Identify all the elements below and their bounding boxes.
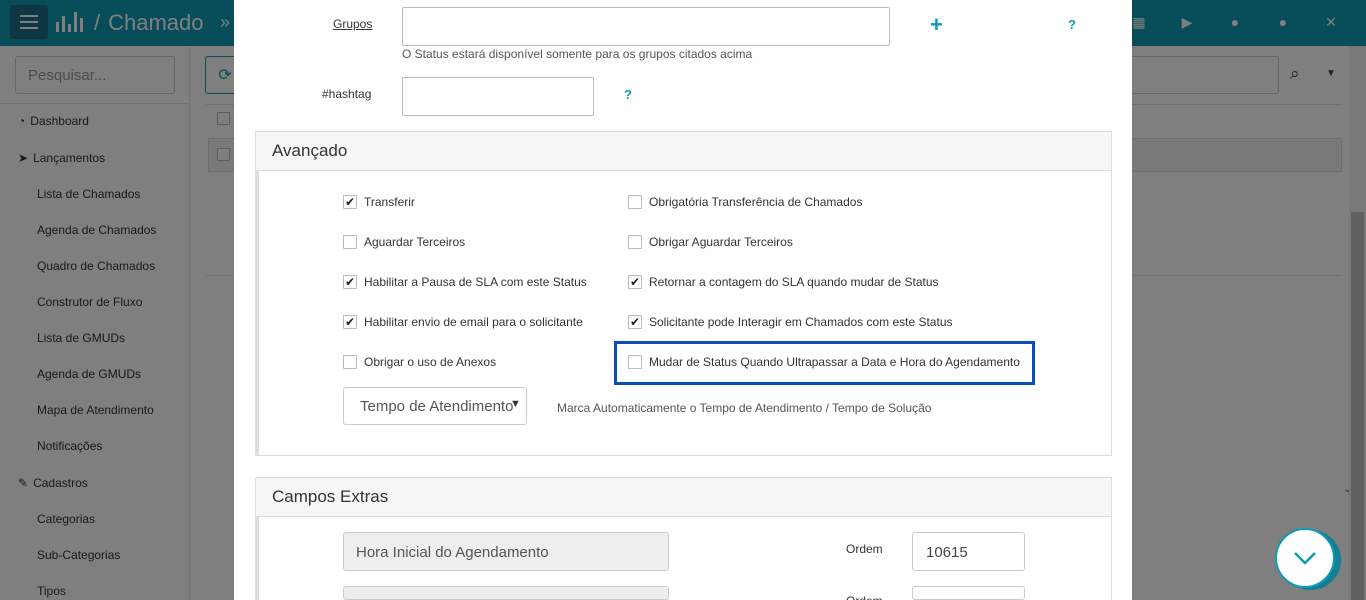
ordem-label-2: Ordem — [846, 594, 883, 600]
checkbox-aguardar-terceiros[interactable]: Aguardar Terceiros — [343, 235, 465, 249]
checkbox-retornar-sla[interactable]: ✔ Retornar a contagem do SLA quando mudar… — [628, 275, 939, 289]
checkbox-label: Obrigar Aguardar Terceiros — [649, 235, 793, 249]
checkbox-label: Solicitante pode Interagir em Chamados c… — [649, 315, 953, 329]
checkbox[interactable] — [628, 235, 642, 249]
chevron-down-icon — [1294, 552, 1316, 565]
checkbox-obrigatoria-transferencia[interactable]: Obrigatória Transferência de Chamados — [628, 195, 862, 209]
advanced-panel-title: Avançado — [256, 132, 1111, 171]
checkbox-label: Habilitar envio de email para o solicita… — [364, 315, 583, 329]
grupos-label[interactable]: Grupos — [333, 17, 372, 31]
checkbox[interactable]: ✔ — [628, 275, 642, 289]
checkbox-label: Obrigar o uso de Anexos — [364, 355, 497, 369]
ordem-input-2[interactable] — [912, 586, 1025, 600]
tempo-select[interactable]: Tempo de Atendimento — [343, 387, 527, 425]
checkbox-solicitante-interagir[interactable]: ✔ Solicitante pode Interagir em Chamados … — [628, 315, 953, 329]
checkbox[interactable] — [343, 235, 357, 249]
checkbox-pausa-sla[interactable]: ✔ Habilitar a Pausa de SLA com este Statu… — [343, 275, 587, 289]
highlight-box — [614, 341, 1035, 385]
scroll-down-button[interactable] — [1275, 528, 1335, 588]
checkbox[interactable]: ✔ — [343, 275, 357, 289]
checkbox-label: Obrigatória Transferência de Chamados — [649, 195, 863, 209]
checkbox[interactable] — [628, 195, 642, 209]
checkbox-label: Aguardar Terceiros — [364, 235, 466, 249]
hashtag-label: #hashtag — [322, 87, 372, 101]
checkbox-obrigar-anexos[interactable]: Obrigar o uso de Anexos — [343, 355, 496, 369]
help-icon[interactable]: ? — [624, 87, 632, 102]
panel-left-bar — [256, 132, 259, 455]
checkbox-label: Retornar a contagem do SLA quando mudar … — [649, 275, 939, 289]
checkbox[interactable] — [343, 355, 357, 369]
checkbox[interactable]: ✔ — [343, 195, 357, 209]
checkbox-envio-email[interactable]: ✔ Habilitar envio de email para o solicit… — [343, 315, 583, 329]
help-icon[interactable]: ? — [1068, 17, 1076, 32]
checkbox-label: Transferir — [364, 195, 415, 209]
chevron-down-icon[interactable]: ▼ — [510, 398, 521, 410]
checkbox[interactable]: ✔ — [343, 315, 357, 329]
grupos-note: O Status estará disponível somente para … — [402, 47, 753, 61]
hora-inicial-input[interactable]: Hora Inicial do Agendamento — [343, 532, 669, 571]
hashtag-input[interactable] — [402, 77, 594, 116]
checkbox-obrigar-aguardar-terceiros[interactable]: Obrigar Aguardar Terceiros — [628, 235, 793, 249]
ordem-label: Ordem — [846, 542, 883, 556]
second-field-input[interactable] — [343, 586, 669, 600]
checkbox-label: Habilitar a Pausa de SLA com este Status — [364, 275, 587, 289]
checkbox[interactable]: ✔ — [628, 315, 642, 329]
checkbox-transferir[interactable]: ✔ Transferir — [343, 195, 415, 209]
extras-panel-title: Campos Extras — [256, 478, 1111, 517]
plus-icon[interactable]: + — [930, 14, 943, 36]
grupos-input[interactable] — [402, 7, 890, 46]
ordem-input[interactable]: 10615 — [912, 532, 1025, 571]
select-note: Marca Automaticamente o Tempo de Atendim… — [557, 401, 932, 415]
